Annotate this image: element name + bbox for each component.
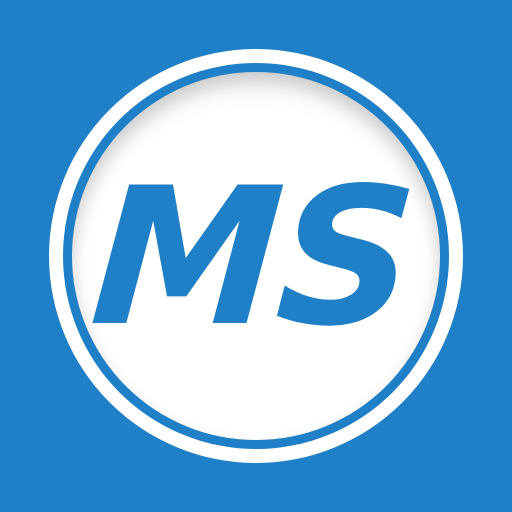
monogram-container: MS: [0, 0, 512, 512]
app-icon: MS: [0, 0, 512, 512]
monogram-ms: MS: [85, 147, 419, 368]
